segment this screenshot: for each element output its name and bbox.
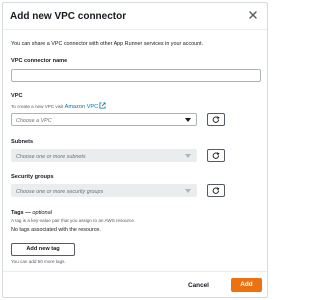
vpc-select-placeholder: Choose a VPC [16,117,52,124]
tags-limit-text: You can add 50 more tags. [11,259,66,264]
vpc-description: To create a new VPC visit Amazon VPC [11,102,107,110]
tags-optional: optional [32,210,52,216]
tags-description: A tag is a key-value pair that you assig… [11,218,136,223]
vpc-select[interactable]: Choose a VPC [11,113,197,126]
refresh-security-groups-button[interactable] [207,184,225,197]
dialog-header: Add new VPC connector [3,3,267,30]
tags-label: Tags — optional [11,210,52,216]
caret-down-icon [185,189,191,193]
cancel-button[interactable]: Cancel [188,282,209,289]
security-groups-select[interactable]: Choose one or more security groups [11,184,197,197]
close-icon[interactable] [247,9,259,21]
security-groups-label: Security groups [11,174,54,180]
refresh-icon [212,152,220,159]
subnets-select-placeholder: Choose one or more subnets [16,153,86,160]
tags-empty-message: No tags associated with the resource. [11,227,101,233]
refresh-icon [212,116,220,123]
external-link-icon [99,102,107,109]
add-new-tag-button[interactable]: Add new tag [11,243,75,256]
refresh-icon [212,187,220,194]
dialog-title: Add new VPC connector [10,11,127,22]
subnets-label: Subnets [11,139,34,145]
connector-name-input[interactable] [11,69,261,82]
caret-down-icon [185,118,191,122]
subnets-select[interactable]: Choose one or more subnets [11,149,197,162]
security-groups-select-placeholder: Choose one or more security groups [16,188,104,195]
add-button[interactable]: Add [231,278,262,292]
vpc-description-text: To create a new VPC visit [11,104,64,109]
dialog-intro: You can share a VPC connector with other… [11,41,204,47]
vpc-label: VPC [11,93,23,99]
dialog-footer: Cancel Add [3,271,267,298]
refresh-subnets-button[interactable] [207,149,225,162]
add-vpc-connector-dialog: Add new VPC connector You can share a VP… [2,2,268,298]
tags-label-text: Tags [11,210,24,216]
connector-name-label: VPC connector name [11,58,68,64]
refresh-vpc-button[interactable] [207,113,225,126]
caret-down-icon [185,154,191,158]
amazon-vpc-link[interactable]: Amazon VPC [65,104,99,110]
